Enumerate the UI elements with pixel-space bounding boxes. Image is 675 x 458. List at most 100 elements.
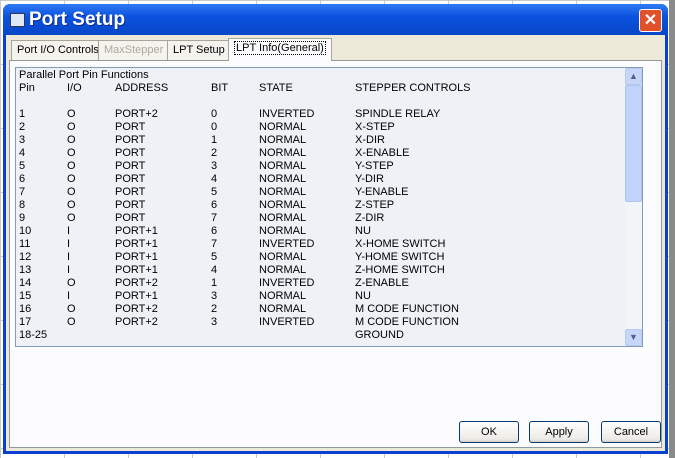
pin-cell: NORMAL xyxy=(259,251,307,263)
pin-row: 5 O PORT 3 NORMAL Y-STEP xyxy=(19,160,619,173)
pin-cell: 6 xyxy=(211,199,218,211)
pin-cell: 2 xyxy=(19,121,26,133)
apply-button[interactable]: Apply xyxy=(529,421,589,443)
pin-cell: X-STEP xyxy=(355,121,395,133)
title-bar[interactable]: Port Setup ✕ xyxy=(3,4,668,35)
pin-functions-textbox[interactable]: Parallel Port Pin Functions Pin I/O ADDRES… xyxy=(15,67,643,347)
pin-row: 2 O PORT 0 NORMAL X-STEP xyxy=(19,121,619,134)
pin-row: 11 I PORT+1 7 INVERTED X-HOME SWITCH xyxy=(19,238,619,251)
pin-cell: O xyxy=(67,316,76,328)
pin-cell: NU xyxy=(355,290,371,302)
pin-cell: 18-25 xyxy=(19,329,48,341)
pin-cell: I xyxy=(67,264,71,276)
pin-cell: Z-DIR xyxy=(355,212,385,224)
pin-row: 13 I PORT+1 4 NORMAL Z-HOME SWITCH xyxy=(19,264,619,277)
pin-cell: O xyxy=(67,134,76,146)
pin-cell: 16 xyxy=(19,303,32,315)
pin-cell: M CODE FUNCTION xyxy=(355,303,459,315)
pin-row: 8 O PORT 6 NORMAL Z-STEP xyxy=(19,199,619,212)
pin-cell: X-ENABLE xyxy=(355,147,410,159)
pin-cell: NORMAL xyxy=(259,121,307,133)
pin-cell: NORMAL xyxy=(259,212,307,224)
pin-row: 6 O PORT 4 NORMAL Y-DIR xyxy=(19,173,619,186)
pin-cell: INVERTED xyxy=(259,316,315,328)
close-button[interactable]: ✕ xyxy=(639,9,662,32)
pin-cell: PORT+2 xyxy=(115,303,158,315)
pin-cell: Y-ENABLE xyxy=(355,186,409,198)
pin-cell: 1 xyxy=(211,277,218,289)
window-title: Port Setup xyxy=(29,9,126,30)
pin-row: 10 I PORT+1 6 NORMAL NU xyxy=(19,225,619,238)
pin-cell: PORT+1 xyxy=(115,238,158,250)
scroll-down-icon[interactable]: ▼ xyxy=(625,329,642,346)
pin-cell: 3 xyxy=(19,134,26,146)
pin-cell: SPINDLE RELAY xyxy=(355,108,441,120)
pin-cell: 4 xyxy=(211,173,218,185)
pin-cell: PORT+1 xyxy=(115,264,158,276)
ok-button[interactable]: OK xyxy=(459,421,519,443)
pin-cell: PORT+2 xyxy=(115,108,158,120)
pin-cell: PORT+2 xyxy=(115,316,158,328)
scroll-thumb[interactable] xyxy=(625,85,642,202)
pin-cell: NORMAL xyxy=(259,303,307,315)
scroll-up-icon[interactable]: ▲ xyxy=(625,68,642,85)
port-setup-dialog: Port Setup ✕ Port I/O Controls MaxSteppe… xyxy=(3,4,668,454)
pin-cell: 4 xyxy=(211,264,218,276)
pin-row: 14 O PORT+2 1 INVERTED Z-ENABLE xyxy=(19,277,619,290)
pin-cell: NORMAL xyxy=(259,225,307,237)
pin-cell: PORT xyxy=(115,121,146,133)
column-header: STEPPER CONTROLS xyxy=(355,82,471,94)
pin-cell: PORT xyxy=(115,173,146,185)
pin-cell: 13 xyxy=(19,264,32,276)
pin-cell: 15 xyxy=(19,290,32,302)
column-header: ADDRESS xyxy=(115,82,169,94)
pin-cell: PORT xyxy=(115,212,146,224)
tab-label: LPT Info(General) xyxy=(234,41,326,55)
cancel-button[interactable]: Cancel xyxy=(601,421,661,443)
pin-cell: NORMAL xyxy=(259,186,307,198)
column-header: BIT xyxy=(211,82,229,94)
pin-cell: M CODE FUNCTION xyxy=(355,316,459,328)
pin-cell: 3 xyxy=(211,316,218,328)
vertical-scrollbar[interactable]: ▲ ▼ xyxy=(625,68,642,346)
tab-lpt-setup[interactable]: LPT Setup xyxy=(167,40,231,60)
pin-cell: 7 xyxy=(19,186,26,198)
column-header: STATE xyxy=(259,82,293,94)
pin-cell: 2 xyxy=(211,147,218,159)
pin-cell: Y-DIR xyxy=(355,173,384,185)
tab-lpt-info-general[interactable]: LPT Info(General) xyxy=(228,38,332,61)
pin-cell: O xyxy=(67,303,76,315)
pin-row: 4 O PORT 2 NORMAL X-ENABLE xyxy=(19,147,619,160)
pin-cell: PORT xyxy=(115,199,146,211)
pin-cell: PORT xyxy=(115,160,146,172)
pin-cell: 6 xyxy=(211,225,218,237)
pin-cell: NORMAL xyxy=(259,160,307,172)
pin-cell: I xyxy=(67,251,71,263)
pin-cell: PORT+2 xyxy=(115,277,158,289)
pin-row: 1 O PORT+2 0 INVERTED SPINDLE RELAY xyxy=(19,108,619,121)
tab-panel: Parallel Port Pin Functions Pin I/O ADDRES… xyxy=(9,60,662,448)
tab-port-io-controls[interactable]: Port I/O Controls xyxy=(11,40,105,60)
pin-cell: 2 xyxy=(211,303,218,315)
pin-cell: PORT+1 xyxy=(115,290,158,302)
pin-row: 12 I PORT+1 5 NORMAL Y-HOME SWITCH xyxy=(19,251,619,264)
pin-cell: 17 xyxy=(19,316,32,328)
pin-cell: I xyxy=(67,238,71,250)
pin-cell: O xyxy=(67,173,76,185)
pin-cell: 6 xyxy=(19,173,26,185)
pin-cell: NORMAL xyxy=(259,147,307,159)
pin-cell: 1 xyxy=(19,108,26,120)
column-headers: Pin I/O ADDRESS BIT STATE STEPPER CONTROLS xyxy=(19,82,619,95)
pin-cell: Y-HOME SWITCH xyxy=(355,251,445,263)
pin-cell: 3 xyxy=(211,290,218,302)
pin-cell: 11 xyxy=(19,238,31,250)
pin-cell: I xyxy=(67,225,71,237)
pin-cell: 7 xyxy=(211,212,218,224)
pin-cell: NORMAL xyxy=(259,199,307,211)
pin-cell: 9 xyxy=(19,212,26,224)
pin-cell: 14 xyxy=(19,277,32,289)
pin-cell: Z-ENABLE xyxy=(355,277,409,289)
pin-cell: PORT xyxy=(115,147,146,159)
info-heading: Parallel Port Pin Functions xyxy=(19,69,149,81)
pin-cell: 5 xyxy=(19,160,26,172)
